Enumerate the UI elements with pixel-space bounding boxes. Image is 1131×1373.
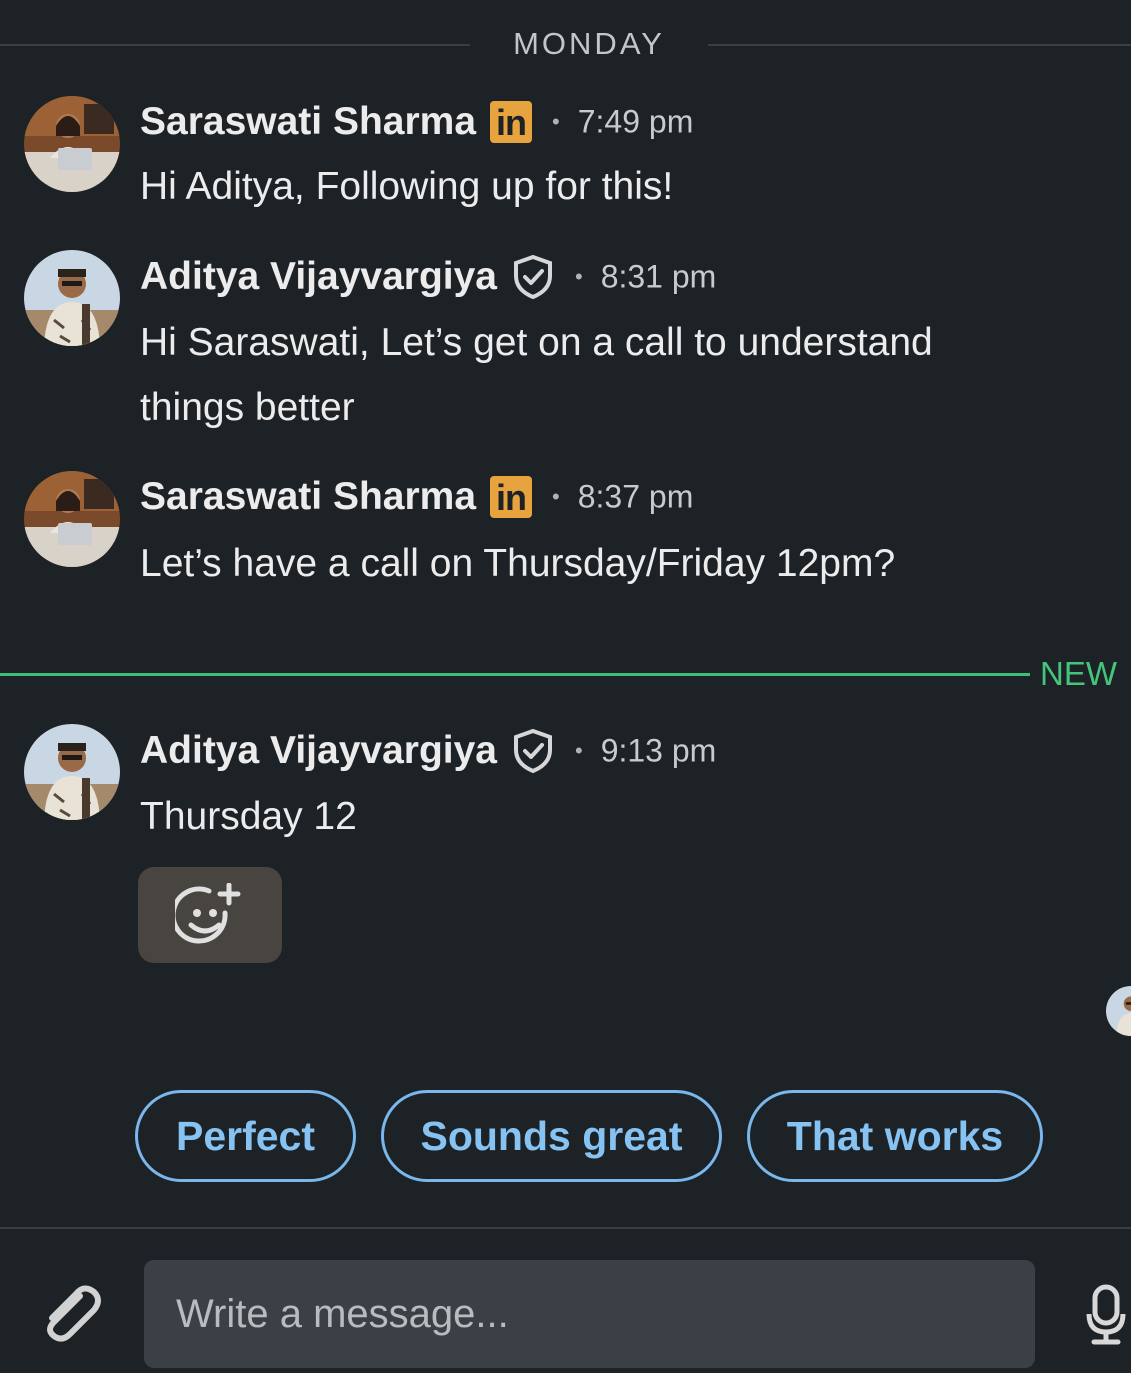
linkedin-badge-icon: in bbox=[490, 476, 533, 518]
avatar-aditya[interactable] bbox=[24, 724, 120, 820]
read-receipt-avatar-image bbox=[1106, 986, 1131, 1036]
sender-name[interactable]: Aditya Vijayvargiya bbox=[140, 255, 497, 298]
avatar-saraswati[interactable] bbox=[24, 471, 120, 567]
day-label: MONDAY bbox=[513, 26, 665, 61]
dot-separator: • bbox=[552, 484, 560, 509]
microphone-icon[interactable] bbox=[1086, 1284, 1126, 1346]
avatar-aditya-image bbox=[24, 250, 120, 346]
avatar-saraswati-image bbox=[24, 96, 120, 192]
sender-name[interactable]: Saraswati Sharma bbox=[140, 100, 476, 143]
new-label: NEW bbox=[1040, 655, 1117, 692]
dot-separator: • bbox=[574, 738, 583, 763]
message-header: Aditya Vijayvargiya • 9:13 pm bbox=[140, 728, 716, 778]
avatar-saraswati[interactable] bbox=[24, 96, 120, 192]
avatar-aditya[interactable] bbox=[24, 250, 120, 346]
message-time: 8:37 pm bbox=[577, 478, 694, 515]
message-time: 9:13 pm bbox=[600, 732, 717, 769]
suggestion-perfect[interactable]: Perfect bbox=[135, 1090, 356, 1182]
message-time: 8:31 pm bbox=[600, 258, 717, 295]
sender-name[interactable]: Saraswati Sharma bbox=[140, 475, 476, 518]
avatar-aditya-image bbox=[24, 724, 120, 820]
dot-separator: • bbox=[574, 264, 583, 289]
attachment-paperclip-icon[interactable] bbox=[36, 1280, 106, 1350]
divider-line-left bbox=[0, 44, 470, 46]
message-text: Hi Saraswati, Let’s get on a call to und… bbox=[140, 321, 933, 429]
read-receipt-avatar bbox=[1106, 986, 1131, 1036]
message-input[interactable] bbox=[144, 1260, 1035, 1368]
sender-name[interactable]: Aditya Vijayvargiya bbox=[140, 729, 497, 772]
verified-shield-icon bbox=[513, 254, 552, 300]
avatar-saraswati-image bbox=[24, 471, 120, 567]
message-text: Let’s have a call on Thursday/Friday 12p… bbox=[140, 542, 896, 585]
new-divider-line bbox=[0, 673, 1030, 676]
message-header: Saraswati Sharma in • 7:49 pm bbox=[140, 100, 693, 150]
add-reaction-icon bbox=[175, 883, 241, 944]
messaging-thread: MONDAY Saraswati Sharma in • 7:49 pm Hi Adi… bbox=[0, 0, 1131, 1373]
new-messages-divider: NEW bbox=[0, 655, 1131, 695]
message-header: Aditya Vijayvargiya • 8:31 pm bbox=[140, 254, 716, 304]
linkedin-badge-icon: in bbox=[490, 101, 533, 143]
message-text: Thursday 12 bbox=[140, 795, 357, 838]
dot-separator: • bbox=[552, 109, 560, 134]
message-text: Hi Aditya, Following up for this! bbox=[140, 165, 674, 208]
add-reaction-button[interactable] bbox=[138, 867, 282, 963]
message-time: 7:49 pm bbox=[577, 103, 694, 140]
divider-line-right bbox=[708, 44, 1131, 46]
message-header: Saraswati Sharma in • 8:37 pm bbox=[140, 475, 693, 525]
suggestion-that-works[interactable]: That works bbox=[747, 1090, 1043, 1182]
day-divider: MONDAY bbox=[0, 24, 1131, 68]
suggestion-sounds-great[interactable]: Sounds great bbox=[381, 1090, 722, 1182]
composer-divider bbox=[0, 1227, 1131, 1229]
verified-shield-icon bbox=[513, 728, 552, 774]
